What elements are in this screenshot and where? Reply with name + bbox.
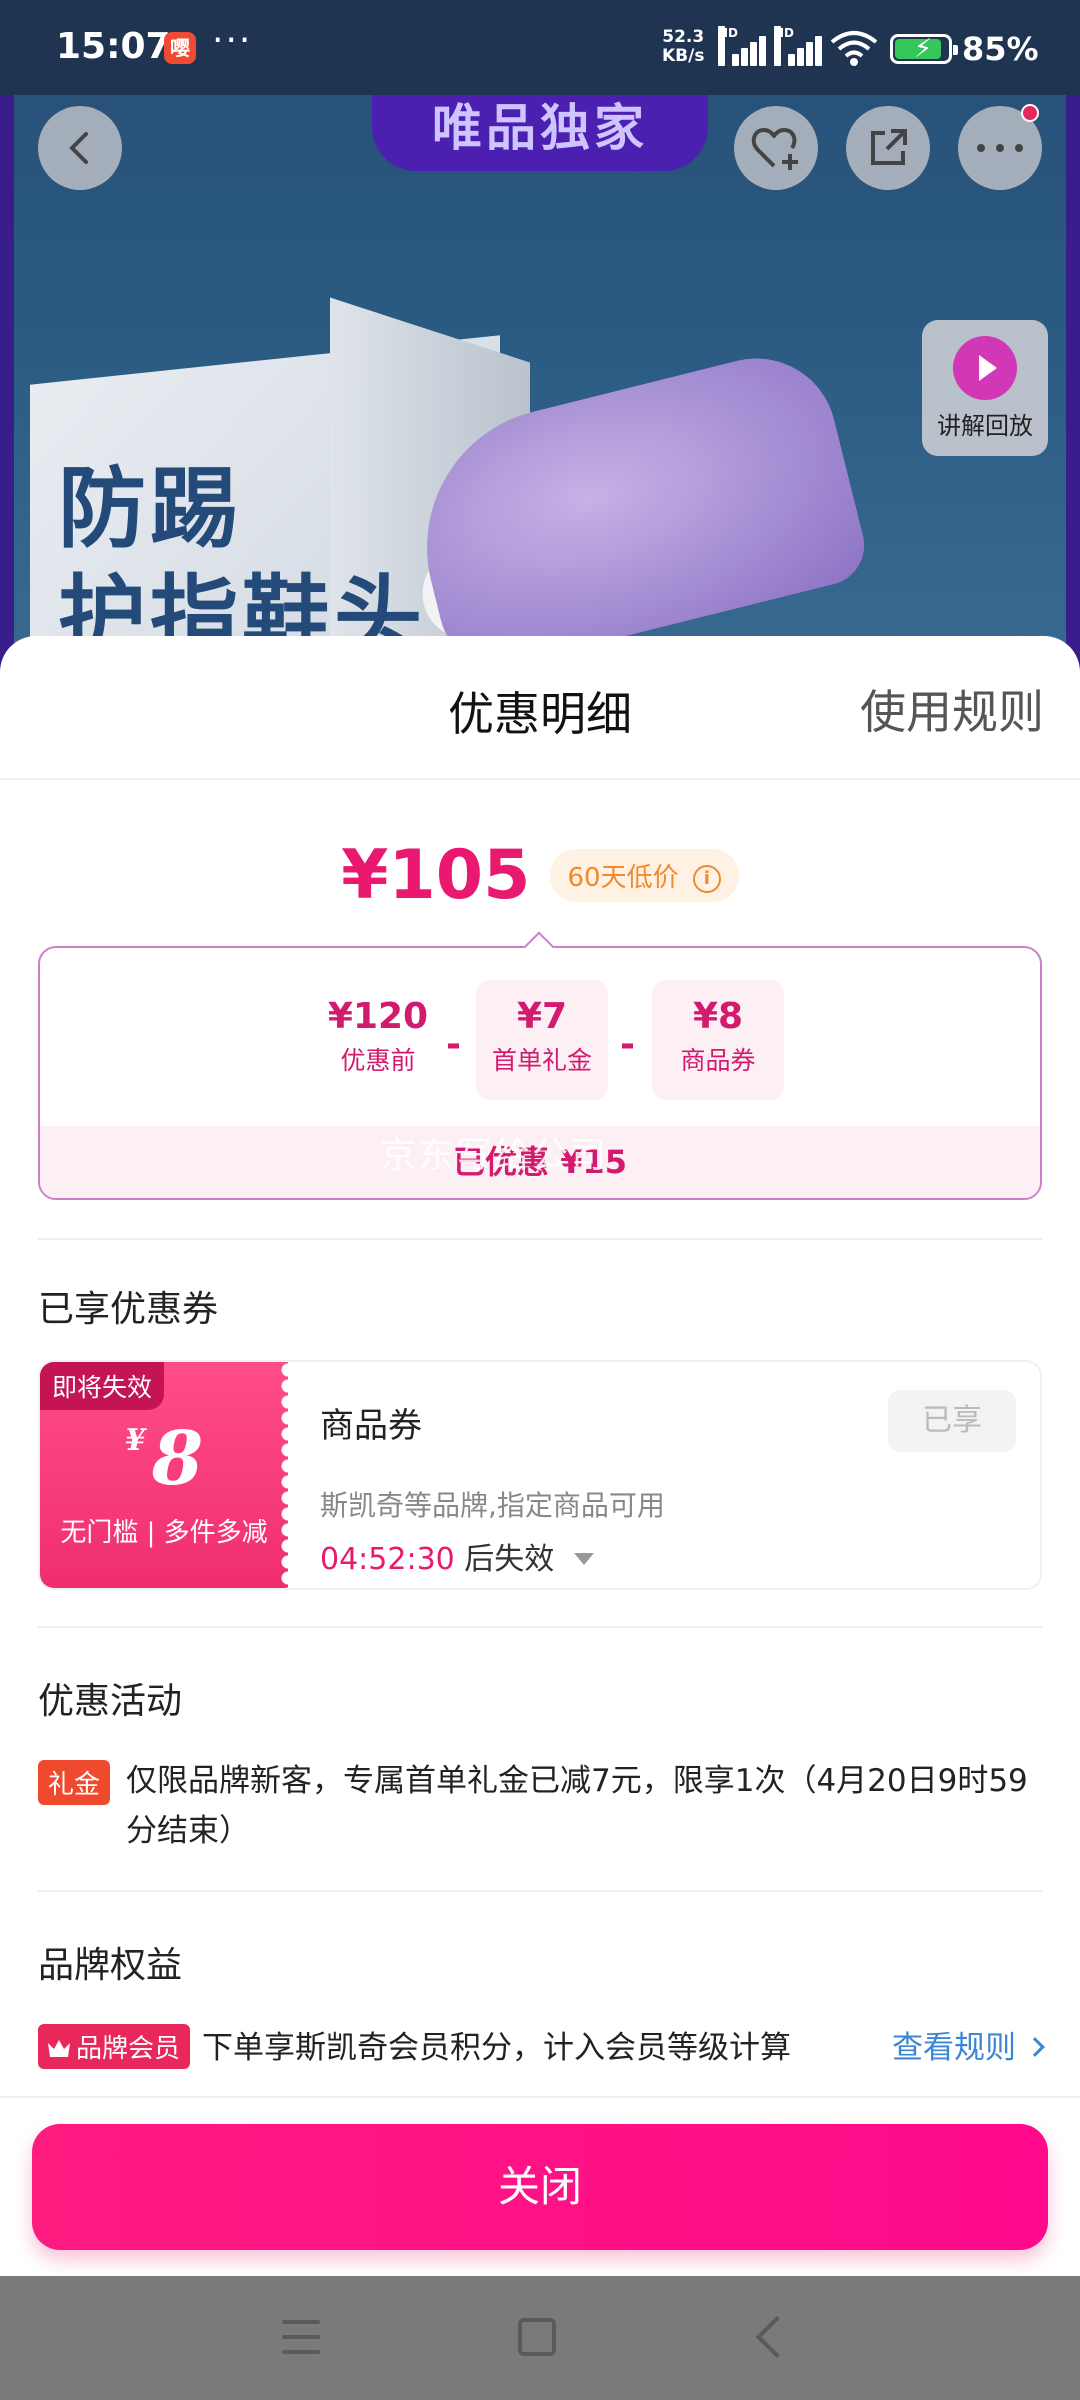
view-rules-label: 查看规则 [892, 2030, 1016, 2066]
final-price: ¥105 [341, 836, 531, 915]
home-icon[interactable] [518, 2318, 556, 2356]
coupon-scope: 斯凯奇等品牌,指定商品可用 [320, 1489, 665, 1522]
sheet-header: 优惠明细 使用规则 [0, 636, 1080, 780]
countdown-time: 04:52:30 [320, 1542, 455, 1577]
coupon-amount-panel: 即将失效 ¥8 无门槛 | 多件多减 [40, 1362, 296, 1588]
coupons-section-title: 已享优惠券 [38, 1289, 219, 1330]
coupon-condition: 无门槛 | 多件多减 [60, 1518, 268, 1548]
network-speed-value: 52.3 [662, 27, 705, 47]
breakdown-label: 首单礼金 [491, 1046, 592, 1075]
discount-detail-sheet: 优惠明细 使用规则 ¥105 60天低价 i ¥120 优惠前 - ¥7 首单礼… [0, 636, 1080, 2276]
battery-percent: 85% [962, 30, 1039, 68]
close-button[interactable]: 关闭 [32, 2124, 1048, 2250]
countdown-suffix: 后失效 [464, 1542, 555, 1577]
brand-member-tag: 品牌会员 [38, 2024, 191, 2069]
coupon-name: 商品券 [320, 1406, 422, 1446]
divider [38, 1238, 1042, 1240]
cellular-signal-1-icon: HD [718, 26, 766, 66]
hd-label: HD [718, 26, 738, 66]
view-rules-link[interactable]: 查看规则 [892, 2022, 1045, 2067]
coupon-countdown[interactable]: 04:52:30 后失效 [320, 1534, 594, 1578]
replay-label: 讲解回放 [937, 412, 1033, 440]
activity-item: 礼金 仅限品牌新客，专属首单礼金已减7元，限享1次（4月20日9时59分结束） [38, 1756, 1042, 1856]
network-speed: 52.3 KB/s [662, 28, 704, 66]
brand-member-label: 品牌会员 [76, 2034, 181, 2064]
menu-icon[interactable] [282, 2320, 320, 2354]
breakdown-value: ¥120 [327, 996, 429, 1037]
breakdown-label: 优惠前 [340, 1046, 416, 1075]
low-price-tag-label: 60天低价 [567, 863, 679, 893]
notification-more-icon: ··· [212, 20, 253, 61]
activity-section-title: 优惠活动 [38, 1681, 183, 1722]
network-speed-unit: KB/s [662, 46, 705, 66]
status-bar: 15:07 嘤 ··· 52.3 KB/s HD HD ⚡ 85% [0, 0, 1080, 95]
system-nav-bar [0, 2276, 1080, 2400]
minus-sign: - [446, 1024, 461, 1065]
favorite-button[interactable] [734, 106, 818, 190]
wifi-icon [830, 31, 878, 66]
breakdown-value: ¥7 [516, 996, 568, 1037]
notification-dot [1021, 104, 1039, 122]
share-icon [871, 129, 907, 165]
breakdown-product-coupon: ¥8 商品券 [652, 980, 784, 1100]
breakdown-label: 商品券 [680, 1046, 756, 1075]
cellular-signal-2-icon: HD [774, 26, 822, 66]
divider [38, 1890, 1042, 1892]
brand-benefit-row: 品牌会员 下单享斯凯奇会员积分，计入会员等级计算 查看规则 [38, 2018, 1045, 2078]
watermark-text: 京东写给公司 [380, 1135, 609, 1176]
activity-text: 仅限品牌新客，专属首单礼金已减7元，限享1次（4月20日9时59分结束） [126, 1763, 1028, 1849]
coupon-used-button[interactable]: 已享 [888, 1390, 1016, 1452]
play-icon [953, 336, 1017, 400]
coupon-amount-value: 8 [151, 1416, 204, 1502]
back-button[interactable] [38, 106, 122, 190]
share-button[interactable] [846, 106, 930, 190]
price-breakdown: ¥120 优惠前 - ¥7 首单礼金 - ¥8 商品券 已优惠 ¥15 京东写给… [38, 946, 1042, 1200]
notification-app-icon: 嘤 [164, 32, 196, 64]
breakdown-value: ¥8 [692, 996, 744, 1037]
replay-button[interactable]: 讲解回放 [922, 320, 1048, 456]
heart-plus-icon [751, 128, 798, 170]
breakdown-original: ¥120 优惠前 [312, 980, 444, 1100]
chevron-right-icon [1025, 2037, 1045, 2057]
final-price-row: ¥105 60天低价 i [0, 836, 1080, 916]
more-dots-icon [977, 144, 1023, 152]
charging-bolt-icon: ⚡ [914, 34, 933, 64]
info-icon: i [692, 865, 721, 893]
brand-benefit-text: 下单享斯凯奇会员积分，计入会员等级计算 [202, 2030, 791, 2066]
minus-sign: - [620, 1024, 635, 1065]
crown-icon [48, 2040, 70, 2057]
low-price-tag[interactable]: 60天低价 i [549, 849, 739, 902]
divider [0, 2096, 1080, 2098]
brand-section-title: 品牌权益 [38, 1945, 183, 1986]
gift-tag: 礼金 [38, 1760, 111, 1805]
coupon-amount: ¥8 [40, 1416, 288, 1502]
hero-slogan-line1: 防踢 [58, 457, 243, 560]
back-arrow-icon [69, 132, 88, 164]
divider [38, 1626, 1042, 1628]
coupon-card[interactable]: 即将失效 ¥8 无门槛 | 多件多减 商品券 已享 斯凯奇等品牌,指定商品可用 … [38, 1360, 1042, 1590]
status-time: 15:07 [56, 26, 171, 67]
expiring-badge: 即将失效 [40, 1362, 165, 1410]
usage-rules-link[interactable]: 使用规则 [860, 676, 1044, 742]
breakdown-first-order-gift: ¥7 首单礼金 [476, 980, 608, 1100]
back-icon[interactable] [755, 2315, 799, 2359]
coupon-currency: ¥ [124, 1423, 146, 1458]
hd-label-2: HD [774, 26, 794, 66]
exclusive-badge: 唯品独家 [372, 95, 708, 171]
caret-down-icon [573, 1553, 594, 1565]
